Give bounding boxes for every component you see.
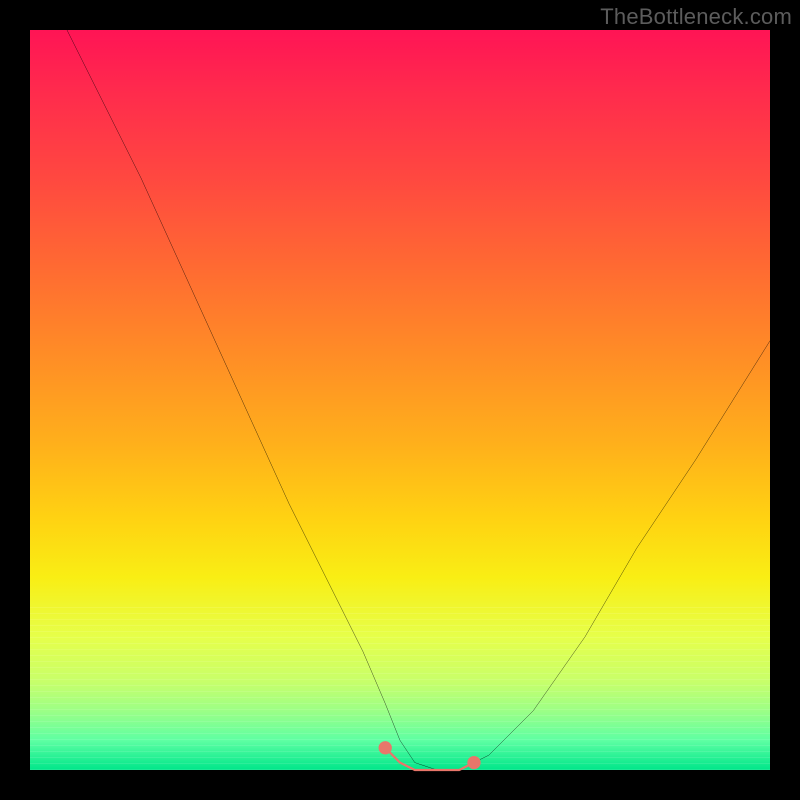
- trough-end-left: [379, 741, 392, 754]
- plot-area: [30, 30, 770, 770]
- bottleneck-curve: [67, 30, 770, 770]
- curve-svg: [30, 30, 770, 770]
- trough-highlight: [385, 748, 474, 770]
- watermark-text: TheBottleneck.com: [600, 4, 792, 30]
- chart-frame: TheBottleneck.com: [0, 0, 800, 800]
- trough-end-right: [467, 756, 480, 769]
